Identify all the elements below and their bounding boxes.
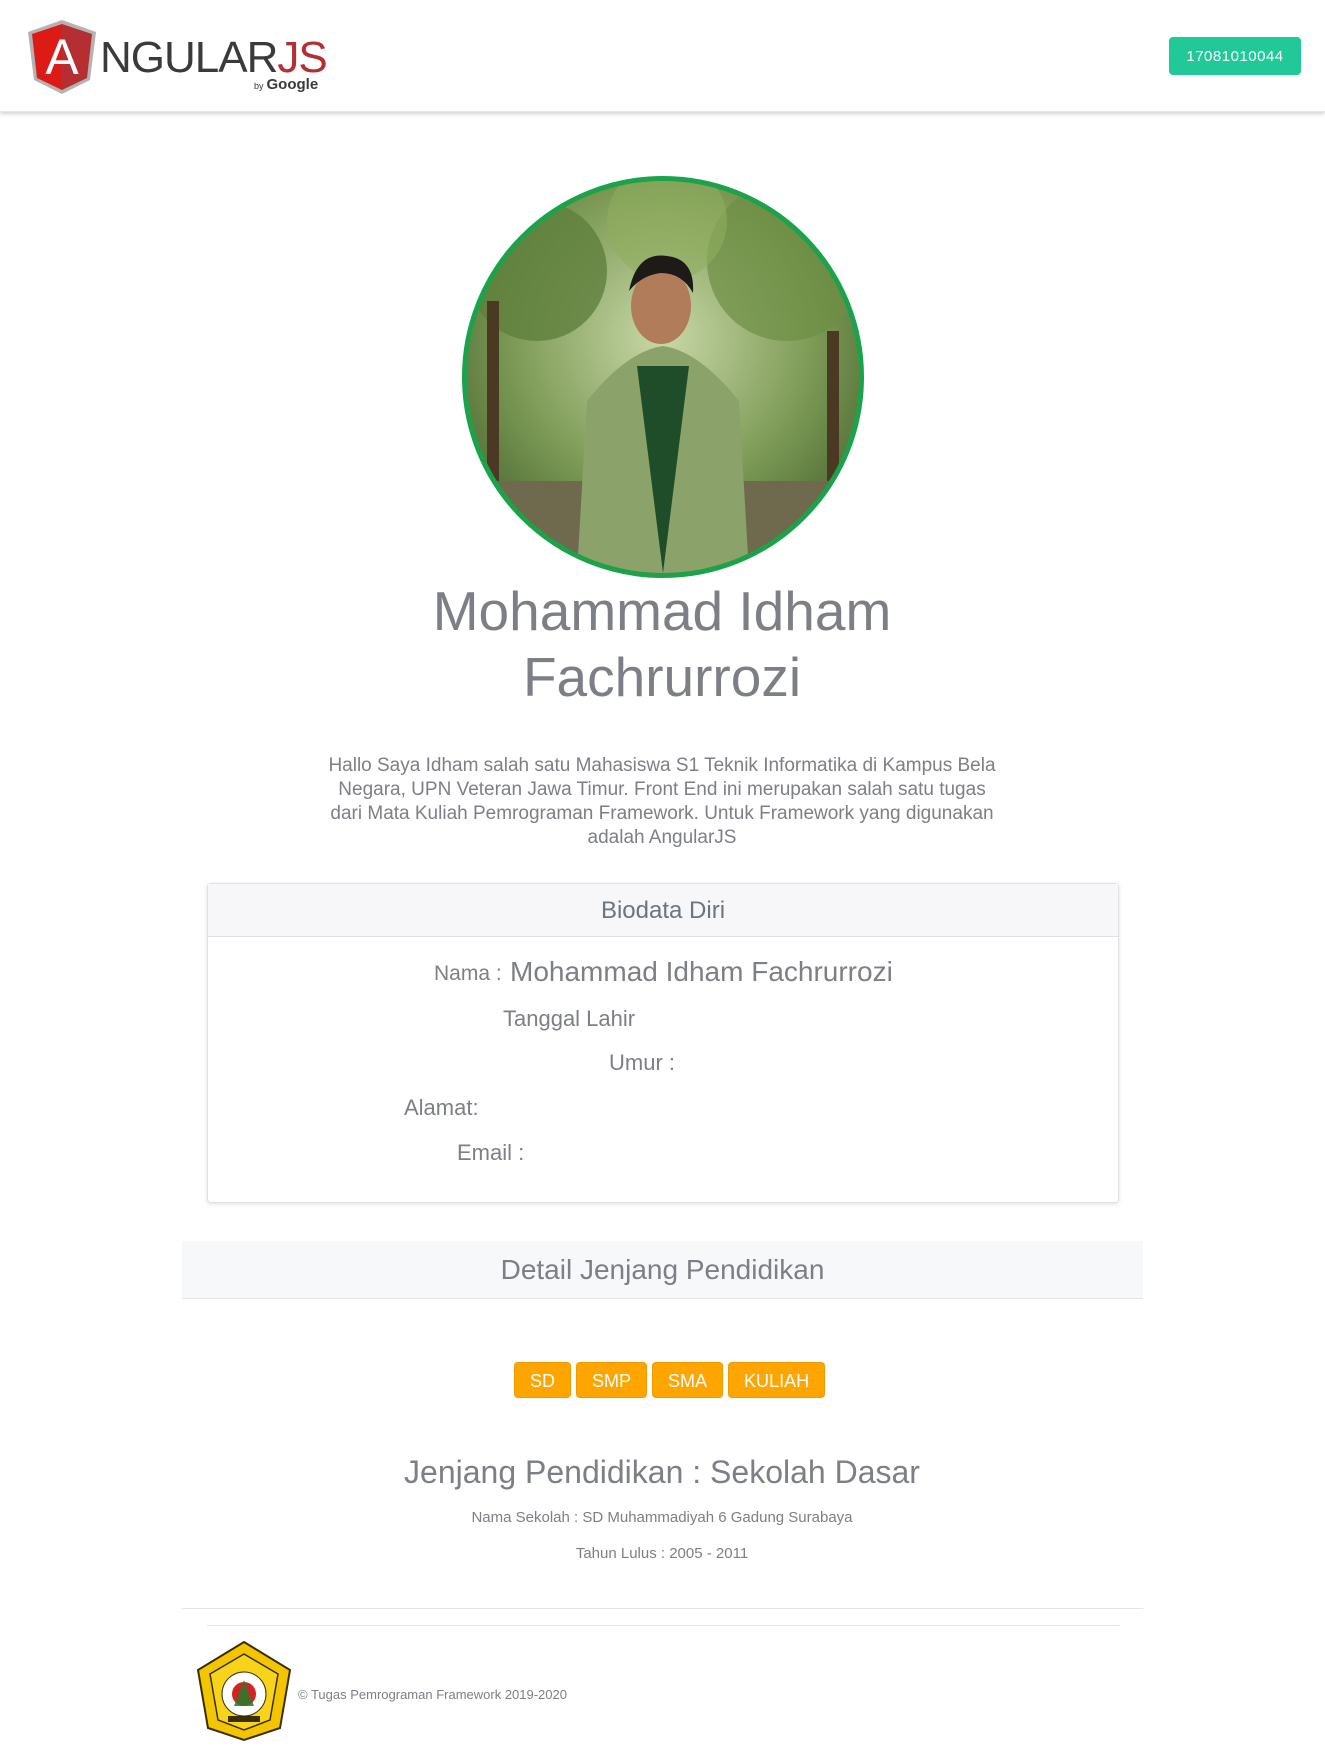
profile-photo	[462, 176, 864, 578]
divider	[207, 1625, 1119, 1626]
name-label: Nama :	[434, 962, 502, 985]
svg-text:A: A	[45, 29, 79, 85]
biodata-title: Biodata Diri	[208, 884, 1118, 937]
intro-text: Hallo Saya Idham salah satu Mahasiswa S1…	[328, 755, 996, 848]
name-value: Mohammad Idham Fachrurrozi	[510, 956, 893, 987]
tab-smp[interactable]: SMP	[576, 1362, 648, 1398]
tab-sma[interactable]: SMA	[652, 1362, 724, 1398]
angularjs-logo[interactable]: A NGULARJS by Google	[26, 18, 328, 96]
divider	[182, 1608, 1143, 1609]
upn-seal-icon	[196, 1640, 292, 1742]
angular-shield-icon: A	[28, 20, 96, 94]
address-label: Alamat:	[404, 1095, 479, 1120]
profile-name: Mohammad Idham Fachrurrozi	[432, 580, 892, 708]
navbar: A NGULARJS by Google 17081010044	[0, 0, 1325, 112]
education-title: Jenjang Pendidikan : Sekolah Dasar	[404, 1454, 920, 1490]
age-label: Umur :	[609, 1050, 675, 1075]
biodata-card: Biodata Diri Nama : Mohammad Idham Fachr…	[207, 883, 1119, 1203]
footer-copyright: © Tugas Pemrograman Framework 2019-2020	[298, 1687, 567, 1702]
education-header: Detail Jenjang Pendidikan	[182, 1241, 1143, 1299]
birthdate-label: Tanggal Lahir	[503, 1006, 636, 1031]
tab-kuliah[interactable]: KULIAH	[728, 1362, 826, 1398]
education-tabs: SD SMP SMA KULIAH	[514, 1362, 826, 1398]
tab-sd[interactable]: SD	[514, 1362, 572, 1398]
school-name: Nama Sekolah : SD Muhammadiyah 6 Gadung …	[471, 1509, 853, 1526]
graduation-year: Tahun Lulus : 2005 - 2011	[575, 1545, 749, 1562]
logo-by-google: by Google	[254, 76, 319, 93]
logo-wordmark: NGULARJS	[100, 33, 328, 82]
email-label: Email :	[457, 1140, 525, 1165]
nim-button[interactable]: 17081010044	[1169, 37, 1301, 75]
